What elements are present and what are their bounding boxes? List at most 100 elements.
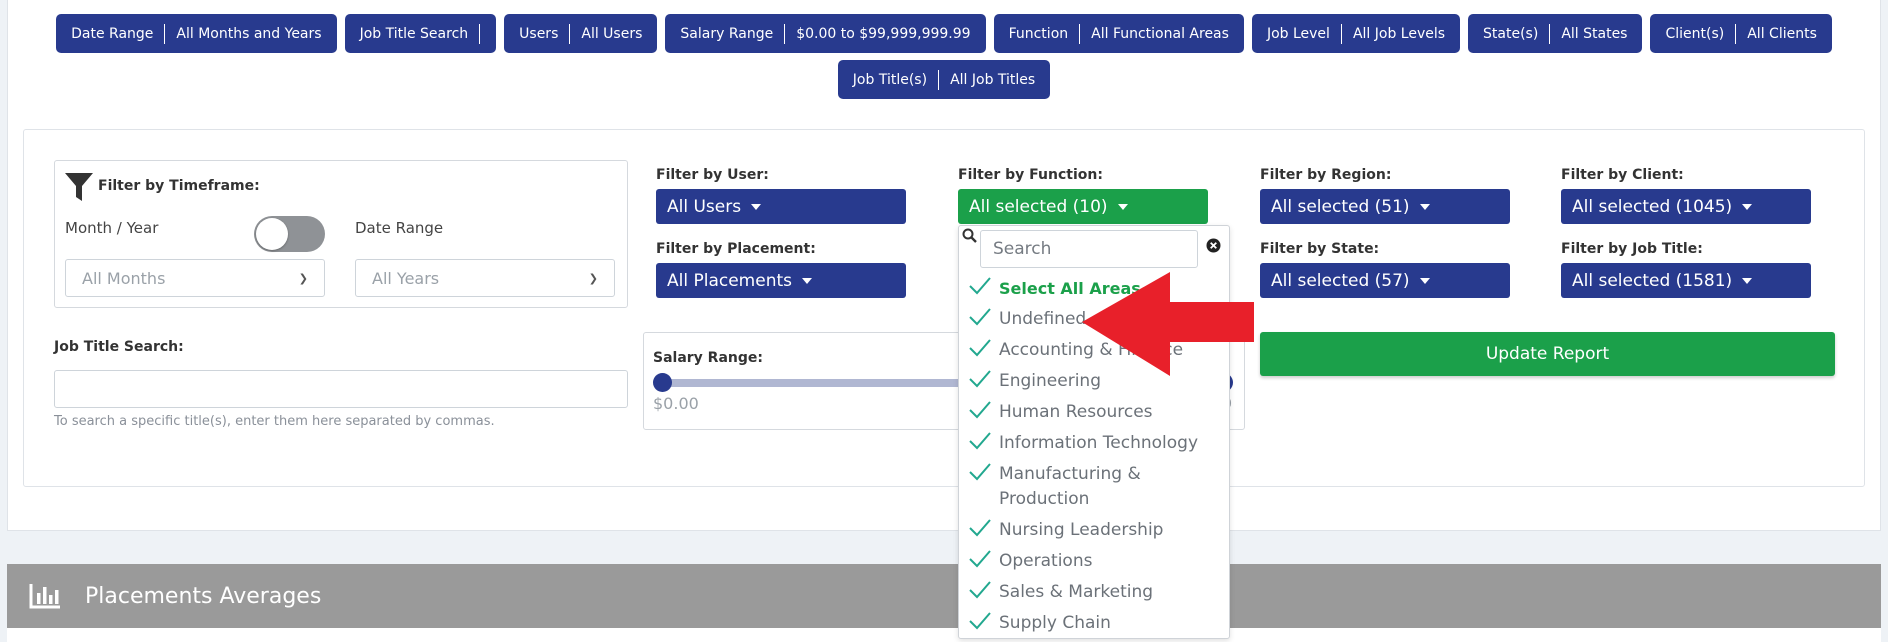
caret-down-icon [1419, 277, 1430, 284]
filter-state-label: Filter by State: [1260, 241, 1380, 257]
clear-search-icon[interactable] [1206, 238, 1221, 253]
function-option-label: Nursing Leadership [999, 520, 1164, 540]
summary-pill-separator [479, 23, 481, 44]
summary-pill[interactable]: Function All Functional Areas [993, 14, 1244, 53]
timeframe-title: Filter by Timeframe: [98, 178, 260, 194]
caret-down-icon [802, 277, 812, 284]
summary-pill-label: Client(s) [1665, 25, 1725, 42]
filter-function-button[interactable]: All selected (10) [958, 189, 1208, 224]
filter-placement-button[interactable]: All Placements [656, 263, 906, 298]
filter-placement-label: Filter by Placement: [656, 241, 816, 257]
function-option-label: Supply Chain [999, 613, 1111, 633]
salary-range-label: Salary Range: [653, 350, 763, 366]
function-option-label: Manufacturing & Production [999, 464, 1141, 509]
placements-header: Placements Averages [7, 564, 1881, 628]
date-range-label: Date Range [355, 219, 444, 237]
summary-pill-value: All Job Titles [950, 71, 1036, 88]
function-option[interactable]: Information Technology [968, 431, 1224, 456]
function-option[interactable]: Nursing Leadership [968, 518, 1224, 543]
filter-state-value: All selected (57) [1271, 270, 1410, 291]
summary-pill-label: Date Range [71, 25, 154, 42]
function-option[interactable]: Operations [968, 549, 1224, 574]
timeframe-toggle[interactable] [254, 216, 325, 252]
summary-pill[interactable]: Job Level All Job Levels [1251, 14, 1461, 53]
summary-pill[interactable]: Salary Range $0.00 to $99,999,999.99 [665, 14, 986, 53]
summary-pill-value: All States [1561, 25, 1628, 42]
check-icon [968, 276, 999, 301]
toggle-knob [256, 218, 288, 250]
filter-region-button[interactable]: All selected (51) [1260, 189, 1510, 224]
funnel-icon [65, 173, 93, 201]
caret-down-icon [1117, 203, 1128, 210]
summary-pill-label: State(s) [1483, 25, 1539, 42]
function-option-label: Operations [999, 551, 1093, 571]
filter-client-value: All selected (1045) [1572, 196, 1733, 217]
summary-pill-value: All Clients [1747, 25, 1817, 42]
check-icon [968, 369, 999, 394]
caret-down-icon [1742, 277, 1753, 284]
summary-pill[interactable]: State(s) All States [1468, 14, 1643, 53]
filter-function-label: Filter by Function: [958, 167, 1103, 183]
summary-pill-value: All Months and Years [176, 25, 322, 42]
update-report-button[interactable]: Update Report [1260, 332, 1835, 376]
filter-client-button[interactable]: All selected (1045) [1561, 189, 1811, 224]
search-icon [962, 228, 977, 243]
summary-pill[interactable]: Job Title(s) All Job Titles [837, 60, 1051, 99]
filter-region-label: Filter by Region: [1260, 167, 1392, 183]
function-option[interactable]: Sales & Marketing [968, 580, 1224, 605]
filter-placement-value: All Placements [667, 270, 792, 291]
months-select[interactable]: All Months ❯ [65, 259, 325, 297]
summary-pill-label: Job Title Search [359, 25, 469, 42]
filter-client-label: Filter by Client: [1561, 167, 1684, 183]
check-icon [968, 549, 999, 574]
check-icon [968, 462, 999, 487]
function-option[interactable]: Manufacturing & Production [968, 462, 1224, 512]
caret-down-icon [1742, 203, 1753, 210]
summary-pill-label: Job Level [1266, 25, 1330, 42]
summary-pill[interactable]: Job Title Search [344, 14, 497, 53]
filter-region-value: All selected (51) [1271, 196, 1410, 217]
summary-pill-value: All Job Levels [1352, 25, 1446, 42]
summary-pill-label: Users [519, 25, 559, 42]
function-option[interactable]: Human Resources [968, 400, 1224, 425]
years-select[interactable]: All Years ❯ [355, 259, 615, 297]
filter-state-button[interactable]: All selected (57) [1260, 263, 1510, 298]
summary-pill[interactable]: Client(s) All Clients [1650, 14, 1832, 53]
job-title-search-input[interactable] [54, 370, 628, 408]
function-option-label: Sales & Marketing [999, 582, 1154, 602]
function-option-label: Information Technology [999, 433, 1199, 453]
check-icon [968, 580, 999, 605]
active-filter-summary: Date Range All Months and Years Job Title … [0, 14, 1888, 106]
summary-pill[interactable]: Date Range All Months and Years [56, 14, 337, 53]
function-search-placeholder: Search [993, 239, 1052, 259]
summary-pill-value: All Functional Areas [1091, 25, 1229, 42]
months-select-value: All Months [82, 268, 166, 288]
summary-pill-label: Salary Range [680, 25, 774, 42]
filter-job-title-label: Filter by Job Title: [1561, 241, 1703, 257]
summary-pill-label: Job Title(s) [852, 71, 928, 88]
filter-user-value: All Users [667, 196, 742, 217]
chevron-down-icon: ❯ [298, 271, 308, 285]
check-icon [968, 431, 999, 456]
red-pointer-arrow-icon [1082, 272, 1254, 376]
summary-pill-value: All Users [581, 25, 643, 42]
summary-row-1: Date Range All Months and Years Job Title … [0, 14, 1888, 53]
placements-title: Placements Averages [85, 583, 322, 609]
chevron-down-icon: ❯ [588, 271, 598, 285]
caret-down-icon [751, 203, 762, 210]
salary-min-text: $0.00 [653, 394, 699, 413]
function-option-label: Human Resources [999, 402, 1153, 422]
placements-body [7, 628, 1881, 642]
function-option[interactable]: Supply Chain [968, 611, 1224, 636]
filter-job-title-button[interactable]: All selected (1581) [1561, 263, 1811, 298]
summary-row-2: Job Title(s) All Job Titles [0, 60, 1888, 99]
function-search-input[interactable]: Search [980, 230, 1198, 268]
summary-pill[interactable]: Users All Users [504, 14, 658, 53]
bar-chart-icon [29, 584, 60, 609]
check-icon [968, 518, 999, 543]
job-title-search-label: Job Title Search: [54, 339, 184, 355]
filter-user-button[interactable]: All Users [656, 189, 906, 224]
salary-slider-min-handle[interactable] [653, 373, 672, 392]
caret-down-icon [1419, 203, 1430, 210]
years-select-value: All Years [372, 268, 440, 288]
